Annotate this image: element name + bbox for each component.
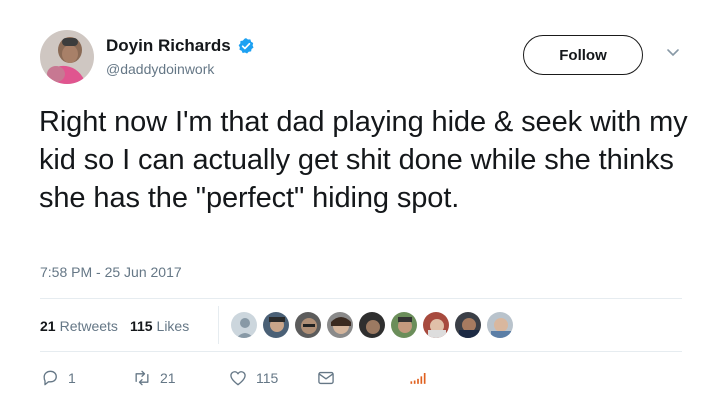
liker-avatar[interactable] xyxy=(422,311,450,339)
tweet-text: Right now I'm that dad playing hide & se… xyxy=(39,106,688,214)
liker-avatar[interactable] xyxy=(454,311,482,339)
avatar[interactable] xyxy=(40,30,94,84)
message-action[interactable] xyxy=(316,368,336,388)
author-display-name[interactable]: Doyin Richards xyxy=(106,36,231,56)
message-icon[interactable] xyxy=(316,368,336,388)
tweet-timestamp[interactable]: 7:58 PM - 25 Jun 2017 xyxy=(40,264,182,280)
liker-avatars xyxy=(230,311,518,339)
liker-avatar[interactable] xyxy=(390,311,418,339)
verified-icon xyxy=(238,38,254,54)
author-name-row[interactable]: Doyin Richards xyxy=(106,36,255,56)
reply-icon[interactable] xyxy=(40,368,60,388)
follow-button[interactable]: Follow xyxy=(523,35,643,75)
liker-avatar[interactable] xyxy=(294,311,322,339)
heart-icon[interactable] xyxy=(228,368,248,388)
divider xyxy=(40,298,682,299)
liker-avatar[interactable] xyxy=(326,311,354,339)
likes-label[interactable]: Likes xyxy=(157,318,190,334)
retweet-count: 21 xyxy=(160,370,176,386)
retweets-count[interactable]: 21 xyxy=(40,318,56,334)
like-action[interactable]: 115 xyxy=(228,368,278,388)
reply-count: 1 xyxy=(68,370,76,386)
liker-avatar[interactable] xyxy=(358,311,386,339)
like-count: 115 xyxy=(256,370,279,386)
divider xyxy=(40,351,682,352)
author-handle[interactable]: @daddydoinwork xyxy=(106,61,214,77)
liker-avatar[interactable] xyxy=(486,311,514,339)
analytics-action[interactable] xyxy=(408,368,428,388)
analytics-icon[interactable] xyxy=(408,368,428,388)
retweet-action[interactable]: 21 xyxy=(132,368,176,388)
default-avatar[interactable] xyxy=(230,311,258,339)
retweets-label[interactable]: Retweets xyxy=(60,318,118,334)
chevron-down-icon[interactable] xyxy=(666,48,680,58)
stats-separator xyxy=(218,306,219,344)
reply-action[interactable]: 1 xyxy=(40,368,76,388)
likes-count[interactable]: 115 xyxy=(130,318,153,334)
liker-avatar[interactable] xyxy=(262,311,290,339)
retweet-icon[interactable] xyxy=(132,368,152,388)
tweet-card: Doyin Richards @daddydoinwork Follow Rig… xyxy=(0,0,720,419)
tweet-stats: 21 Retweets 115 Likes xyxy=(40,318,189,334)
